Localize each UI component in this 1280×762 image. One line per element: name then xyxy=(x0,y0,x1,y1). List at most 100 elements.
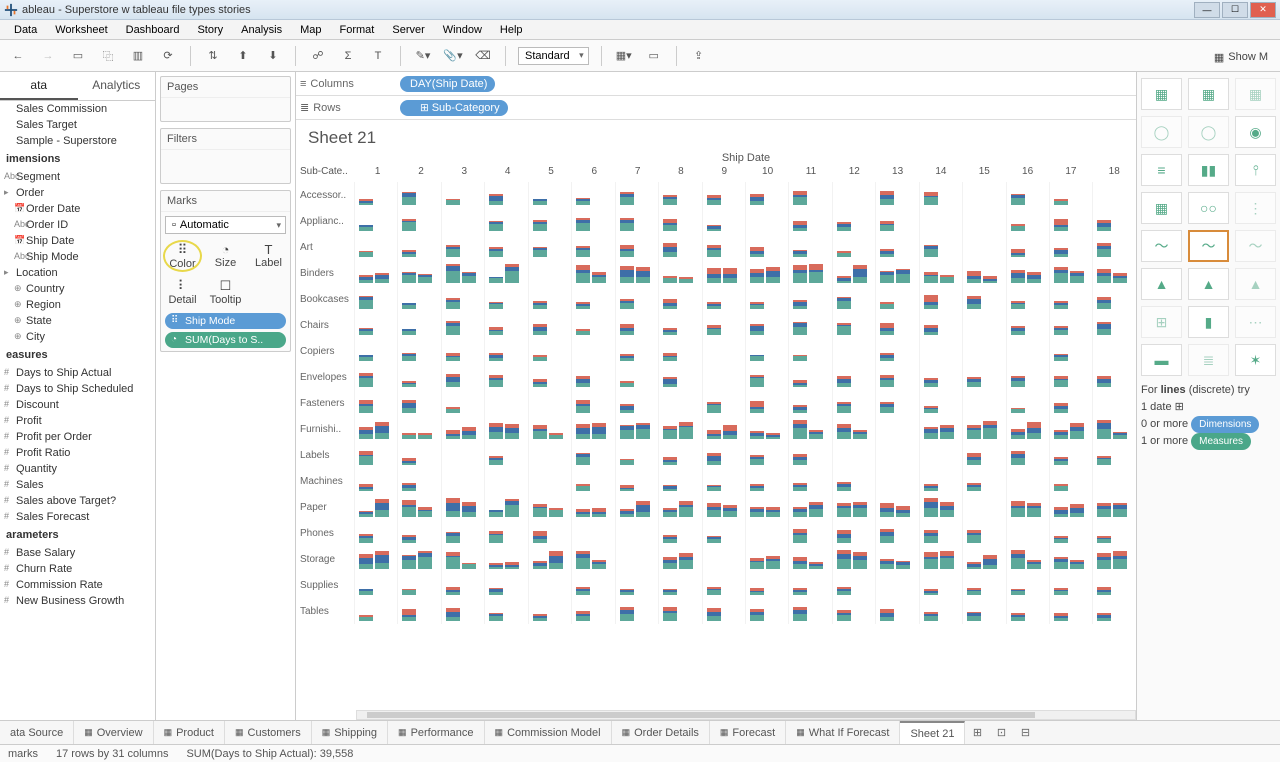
totals-button[interactable]: Σ xyxy=(338,46,358,66)
showme-option[interactable]: ▮▮ xyxy=(1188,154,1229,186)
new-sheet-button[interactable]: ▥ xyxy=(128,46,148,66)
sheet-tab[interactable]: ▦Commission Model xyxy=(485,721,612,744)
field-churn-rate[interactable]: Churn Rate xyxy=(0,561,155,577)
showme-option[interactable]: ▬ xyxy=(1141,344,1182,376)
detail-button[interactable]: ⠇Detail xyxy=(161,274,204,310)
field-region[interactable]: Region xyxy=(0,297,155,313)
size-button[interactable]: ◔Size xyxy=(204,238,247,274)
new-tab-button[interactable]: ⊟ xyxy=(1013,721,1037,744)
menu-format[interactable]: Format xyxy=(332,22,383,38)
mark-type-select[interactable]: ▫Automatic xyxy=(165,216,286,234)
sheet-tab[interactable]: ▦Overview xyxy=(74,721,153,744)
field-days-to-ship-actual[interactable]: Days to Ship Actual xyxy=(0,365,155,381)
highlight-button[interactable]: ✎▾ xyxy=(413,46,433,66)
sheet-tab[interactable]: ▦Customers xyxy=(225,721,312,744)
color-button[interactable]: ⠿Color xyxy=(161,238,204,274)
field-new-business-growth[interactable]: New Business Growth xyxy=(0,593,155,609)
sheet-tab[interactable]: ▦Performance xyxy=(388,721,485,744)
field-location[interactable]: Location xyxy=(0,265,155,281)
filters-shelf[interactable]: Filters xyxy=(161,129,290,150)
sheet-tab[interactable]: ▦Product xyxy=(154,721,225,744)
mark-pill-ship-mode[interactable]: Ship Mode xyxy=(165,313,286,329)
clear-button[interactable]: ⌫ xyxy=(473,46,493,66)
sheet-tab[interactable]: ▦What If Forecast xyxy=(786,721,900,744)
abc-button[interactable]: T xyxy=(368,46,388,66)
field-profit[interactable]: Profit xyxy=(0,413,155,429)
show-me-button[interactable]: ▦Show M xyxy=(1206,44,1276,70)
showme-option[interactable]: ▲ xyxy=(1188,268,1229,300)
field-country[interactable]: Country xyxy=(0,281,155,297)
showme-option[interactable]: ▦ xyxy=(1141,78,1182,110)
field-sample-superstore[interactable]: Sample - Superstore xyxy=(0,133,155,149)
forward-button[interactable]: → xyxy=(38,46,58,66)
close-button[interactable]: ✕ xyxy=(1250,2,1276,18)
field-order-id[interactable]: Order ID xyxy=(0,217,155,233)
menu-help[interactable]: Help xyxy=(492,22,531,38)
field-state[interactable]: State xyxy=(0,313,155,329)
sheet-tab[interactable]: ▦Shipping xyxy=(312,721,388,744)
showme-option[interactable]: ▮ xyxy=(1188,306,1229,338)
menu-analysis[interactable]: Analysis xyxy=(233,22,290,38)
sheet-title[interactable]: Sheet 21 xyxy=(296,120,1136,152)
field-base-salary[interactable]: Base Salary xyxy=(0,545,155,561)
field-sales-forecast[interactable]: Sales Forecast xyxy=(0,509,155,525)
field-order-date[interactable]: Order Date xyxy=(0,201,155,217)
field-city[interactable]: City xyxy=(0,329,155,345)
sort-desc-button[interactable]: ⬇ xyxy=(263,46,283,66)
menu-worksheet[interactable]: Worksheet xyxy=(47,22,115,38)
showme-option[interactable]: ▦ xyxy=(1188,78,1229,110)
fit-select[interactable]: Standard xyxy=(518,47,589,65)
showme-option[interactable]: ▲ xyxy=(1141,268,1182,300)
menu-server[interactable]: Server xyxy=(384,22,432,38)
field-commission-rate[interactable]: Commission Rate xyxy=(0,577,155,593)
sheet-tab[interactable]: Sheet 21 xyxy=(900,721,965,744)
new-tab-button[interactable]: ⊞ xyxy=(965,721,989,744)
presentation-button[interactable]: ▭ xyxy=(644,46,664,66)
field-sales[interactable]: Sales xyxy=(0,477,155,493)
menu-dashboard[interactable]: Dashboard xyxy=(118,22,188,38)
swap-button[interactable]: ⇅ xyxy=(203,46,223,66)
sort-asc-button[interactable]: ⬆ xyxy=(233,46,253,66)
pin-button[interactable]: 📎▾ xyxy=(443,46,463,66)
showme-option[interactable]: ▦ xyxy=(1141,192,1182,224)
cards-button[interactable]: ▦▾ xyxy=(614,46,634,66)
field-sales-target[interactable]: Sales Target xyxy=(0,117,155,133)
back-button[interactable]: ← xyxy=(8,46,28,66)
group-button[interactable]: ☍ xyxy=(308,46,328,66)
new-tab-button[interactable]: ⊡ xyxy=(989,721,1013,744)
showme-option[interactable]: ◉ xyxy=(1235,116,1276,148)
field-segment[interactable]: Segment xyxy=(0,169,155,185)
save-button[interactable]: ▭ xyxy=(68,46,88,66)
sheet-tab[interactable]: ata Source xyxy=(0,721,74,744)
showme-option[interactable]: 〜 xyxy=(1141,230,1182,262)
minimize-button[interactable]: — xyxy=(1194,2,1220,18)
showme-option[interactable]: ○○ xyxy=(1188,192,1229,224)
rows-pill[interactable]: ⊞ Sub-Category xyxy=(400,100,508,116)
field-days-to-ship-scheduled[interactable]: Days to Ship Scheduled xyxy=(0,381,155,397)
field-ship-mode[interactable]: Ship Mode xyxy=(0,249,155,265)
menu-data[interactable]: Data xyxy=(6,22,45,38)
analytics-tab[interactable]: Analytics xyxy=(78,72,156,100)
showme-option[interactable]: ⫯ xyxy=(1235,154,1276,186)
menu-window[interactable]: Window xyxy=(435,22,490,38)
field-sales-above-target-[interactable]: Sales above Target? xyxy=(0,493,155,509)
data-tab[interactable]: ata xyxy=(0,72,78,100)
tooltip-button[interactable]: ☐Tooltip xyxy=(204,274,247,310)
showme-option[interactable]: ✶ xyxy=(1235,344,1276,376)
field-sales-commission[interactable]: Sales Commission xyxy=(0,101,155,117)
field-profit-ratio[interactable]: Profit Ratio xyxy=(0,445,155,461)
label-button[interactable]: TLabel xyxy=(247,238,290,274)
field-profit-per-order[interactable]: Profit per Order xyxy=(0,429,155,445)
showme-option[interactable]: ≡ xyxy=(1141,154,1182,186)
field-order[interactable]: Order xyxy=(0,185,155,201)
field-ship-date[interactable]: Ship Date xyxy=(0,233,155,249)
share-button[interactable]: ⇪ xyxy=(689,46,709,66)
horizontal-scrollbar[interactable] xyxy=(356,710,1136,720)
menu-map[interactable]: Map xyxy=(292,22,329,38)
columns-pill[interactable]: DAY(Ship Date) xyxy=(400,76,495,92)
menu-story[interactable]: Story xyxy=(189,22,231,38)
refresh-button[interactable]: ⟳ xyxy=(158,46,178,66)
showme-option[interactable]: 〜 xyxy=(1188,230,1229,262)
field-quantity[interactable]: Quantity xyxy=(0,461,155,477)
field-discount[interactable]: Discount xyxy=(0,397,155,413)
